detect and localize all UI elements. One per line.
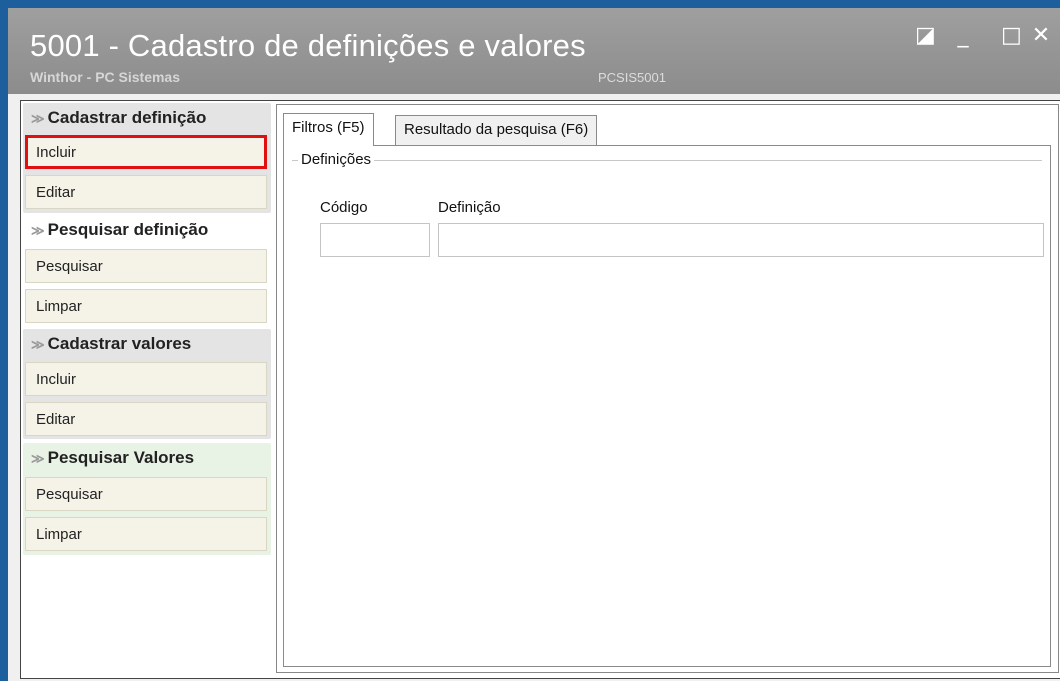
close-icon[interactable]: ✕: [1030, 24, 1052, 48]
chevron-down-icon: ≫: [31, 223, 45, 238]
restore-icon[interactable]: ◪: [915, 24, 936, 48]
tab-filtros[interactable]: Filtros (F5): [283, 113, 374, 146]
action-sidebar: ≫ Cadastrar definição Incluir Editar ≫ Pes…: [23, 103, 273, 673]
minimize-icon[interactable]: _: [954, 24, 972, 48]
chevron-down-icon: ≫: [31, 111, 45, 126]
definicao-label: Definição: [438, 199, 501, 216]
codigo-input[interactable]: [320, 223, 430, 257]
group-cadastrar-definicao: ≫ Cadastrar definição Incluir Editar: [23, 103, 271, 213]
group-cadastrar-valores: ≫ Cadastrar valores Incluir Editar: [23, 329, 271, 439]
limpar-valores-button[interactable]: Limpar: [25, 517, 267, 551]
app-subtitle: Winthor - PC Sistemas: [30, 69, 181, 85]
group-pesquisar-valores: ≫ Pesquisar Valores Pesquisar Limpar: [23, 443, 271, 555]
window-title: 5001 - Cadastro de definições e valores: [30, 28, 586, 63]
chevron-down-icon: ≫: [31, 451, 45, 466]
group-header[interactable]: ≫ Cadastrar definição: [23, 103, 271, 133]
incluir-valores-button[interactable]: Incluir: [25, 362, 267, 396]
incluir-definicao-button[interactable]: Incluir: [25, 135, 267, 169]
main-content: ≫ Cadastrar definição Incluir Editar ≫ Pes…: [20, 100, 1060, 679]
group-title: Pesquisar Valores: [47, 448, 195, 467]
tab-container: Filtros (F5) Resultado da pesquisa (F6) …: [276, 104, 1059, 673]
filtros-panel: Definições Código Definição: [283, 145, 1051, 667]
maximize-icon[interactable]: □: [1001, 24, 1022, 48]
chevron-down-icon: ≫: [31, 337, 45, 352]
definicao-input[interactable]: [438, 223, 1044, 257]
group-pesquisar-definicao: ≫ Pesquisar definição Pesquisar Limpar: [23, 215, 271, 325]
group-title: Pesquisar definição: [47, 220, 209, 239]
definicoes-groupbox: Definições Código Definição: [292, 151, 1044, 661]
editar-valores-button[interactable]: Editar: [25, 402, 267, 436]
codigo-label: Código: [320, 199, 368, 216]
editar-definicao-button[interactable]: Editar: [25, 175, 267, 209]
pesquisar-definicao-button[interactable]: Pesquisar: [25, 249, 267, 283]
limpar-definicao-button[interactable]: Limpar: [25, 289, 267, 323]
app-window: 5001 - Cadastro de definições e valores …: [8, 8, 1060, 681]
group-header[interactable]: ≫ Cadastrar valores: [23, 329, 271, 359]
routine-code: PCSIS5001: [598, 70, 666, 85]
title-bar[interactable]: 5001 - Cadastro de definições e valores …: [8, 8, 1060, 94]
group-header[interactable]: ≫ Pesquisar Valores: [23, 443, 271, 473]
group-header[interactable]: ≫ Pesquisar definição: [23, 215, 271, 245]
groupbox-title: Definições: [298, 151, 375, 168]
group-title: Cadastrar definição: [47, 108, 207, 127]
window-frame: 5001 - Cadastro de definições e valores …: [0, 0, 1060, 681]
pesquisar-valores-button[interactable]: Pesquisar: [25, 477, 267, 511]
tab-resultado-pesquisa[interactable]: Resultado da pesquisa (F6): [395, 115, 598, 146]
group-title: Cadastrar valores: [47, 334, 192, 353]
